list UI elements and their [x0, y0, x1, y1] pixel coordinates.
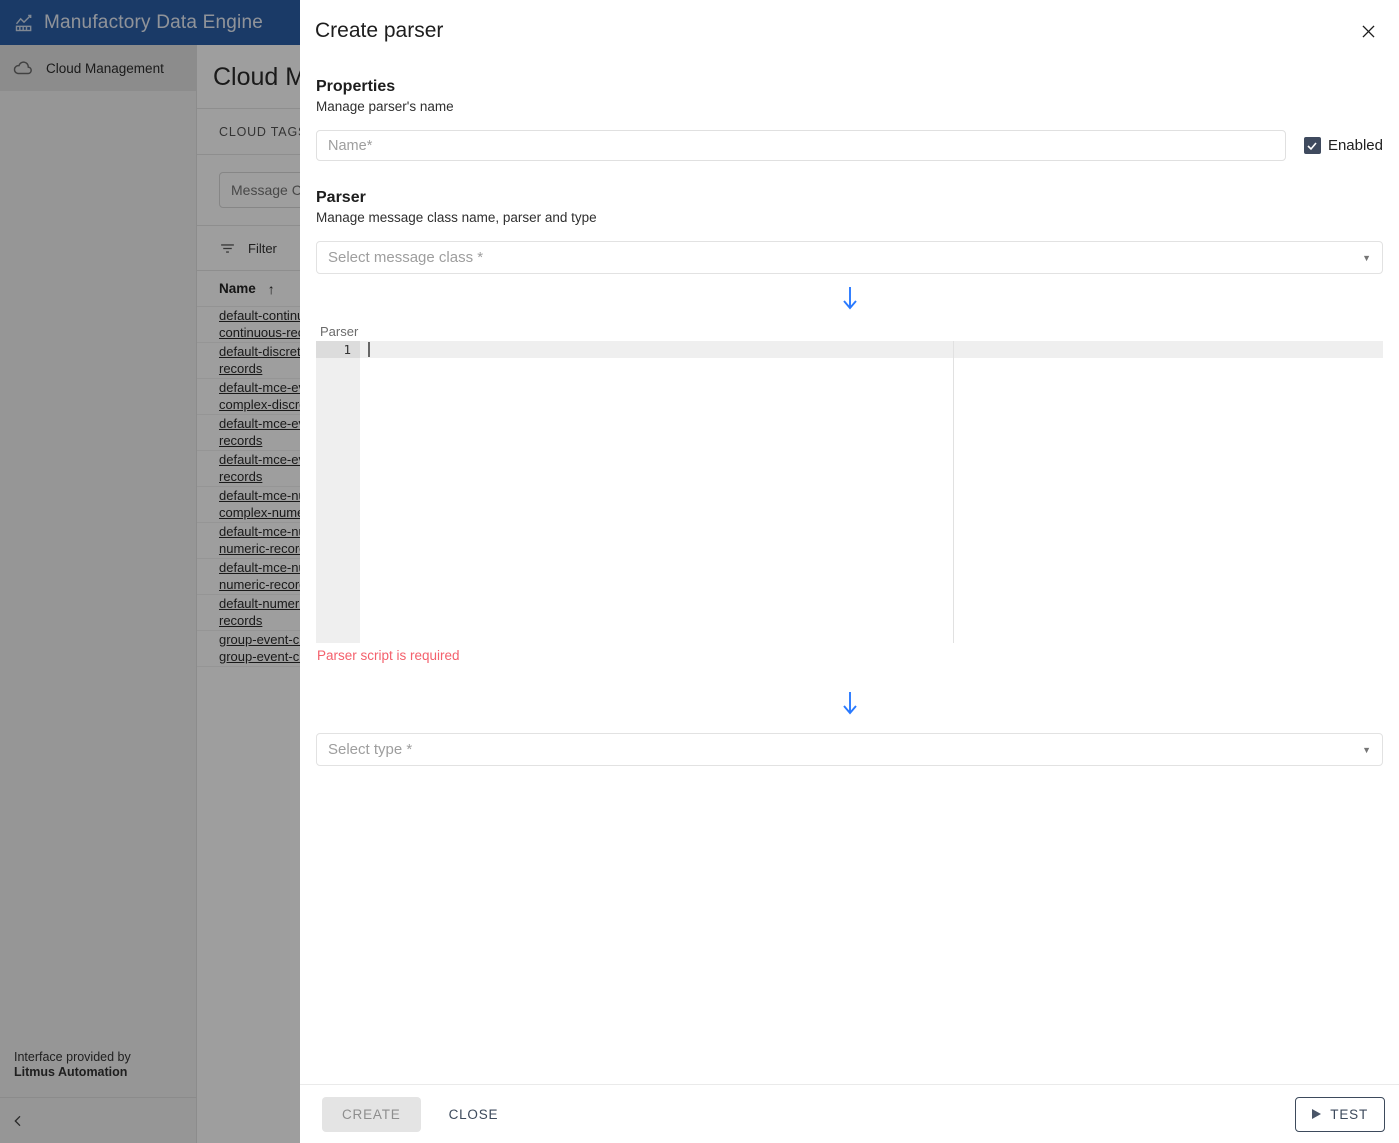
parser-code-editor[interactable]: 1: [316, 341, 1383, 643]
properties-heading: Properties: [316, 78, 396, 95]
chevron-down-icon: ▼: [1362, 252, 1371, 263]
close-icon[interactable]: [1355, 18, 1381, 44]
parser-error-message: Parser script is required: [317, 648, 460, 663]
editor-caret: [368, 342, 370, 357]
required-marker: *: [406, 741, 413, 758]
editor-gutter: 1: [316, 341, 360, 643]
test-button[interactable]: TEST: [1295, 1096, 1385, 1132]
check-icon: [1307, 141, 1318, 150]
dialog-title: Create parser: [315, 19, 444, 42]
create-parser-dialog: Create parser Properties Manage parser's…: [300, 0, 1399, 1143]
name-placeholder: Name: [328, 137, 367, 154]
editor-label: Parser: [320, 324, 359, 339]
arrow-down-icon: [842, 287, 857, 310]
editor-active-line: [360, 341, 1383, 358]
parser-subheading: Manage message class name, parser and ty…: [316, 210, 597, 225]
dialog-body: Properties Manage parser's name Name * En…: [300, 62, 1399, 1084]
message-class-placeholder: Select message class: [328, 249, 474, 266]
editor-print-margin: [953, 341, 954, 643]
flow-arrow-1: [316, 280, 1383, 316]
dialog-footer: CREATE CLOSE TEST: [300, 1084, 1399, 1143]
chevron-down-icon: ▼: [1362, 744, 1371, 755]
enabled-checkbox[interactable]: Enabled: [1303, 137, 1383, 154]
play-icon: [1312, 1109, 1322, 1119]
arrow-down-icon: [842, 692, 857, 715]
close-button[interactable]: CLOSE: [433, 1097, 515, 1132]
create-button[interactable]: CREATE: [322, 1096, 421, 1132]
name-field-row: Name * Enabled: [316, 130, 1383, 161]
properties-subheading: Manage parser's name: [316, 99, 454, 114]
message-class-placeholder-wrap: Select message class *: [328, 249, 1362, 266]
type-placeholder: Select type: [328, 741, 403, 758]
checkbox-box: [1303, 137, 1321, 154]
type-select[interactable]: Select type * ▼: [316, 733, 1383, 766]
editor-line-number: 1: [316, 341, 360, 358]
flow-arrow-2: [316, 685, 1383, 721]
enabled-label: Enabled: [1327, 137, 1383, 154]
required-marker: *: [366, 137, 373, 154]
parser-heading: Parser: [316, 189, 366, 206]
test-button-label: TEST: [1330, 1106, 1368, 1122]
message-class-select[interactable]: Select message class * ▼: [316, 241, 1383, 274]
type-placeholder-wrap: Select type *: [328, 741, 1362, 758]
required-marker: *: [477, 249, 484, 266]
dialog-header: Create parser: [300, 0, 1399, 62]
name-input[interactable]: Name *: [316, 130, 1286, 161]
